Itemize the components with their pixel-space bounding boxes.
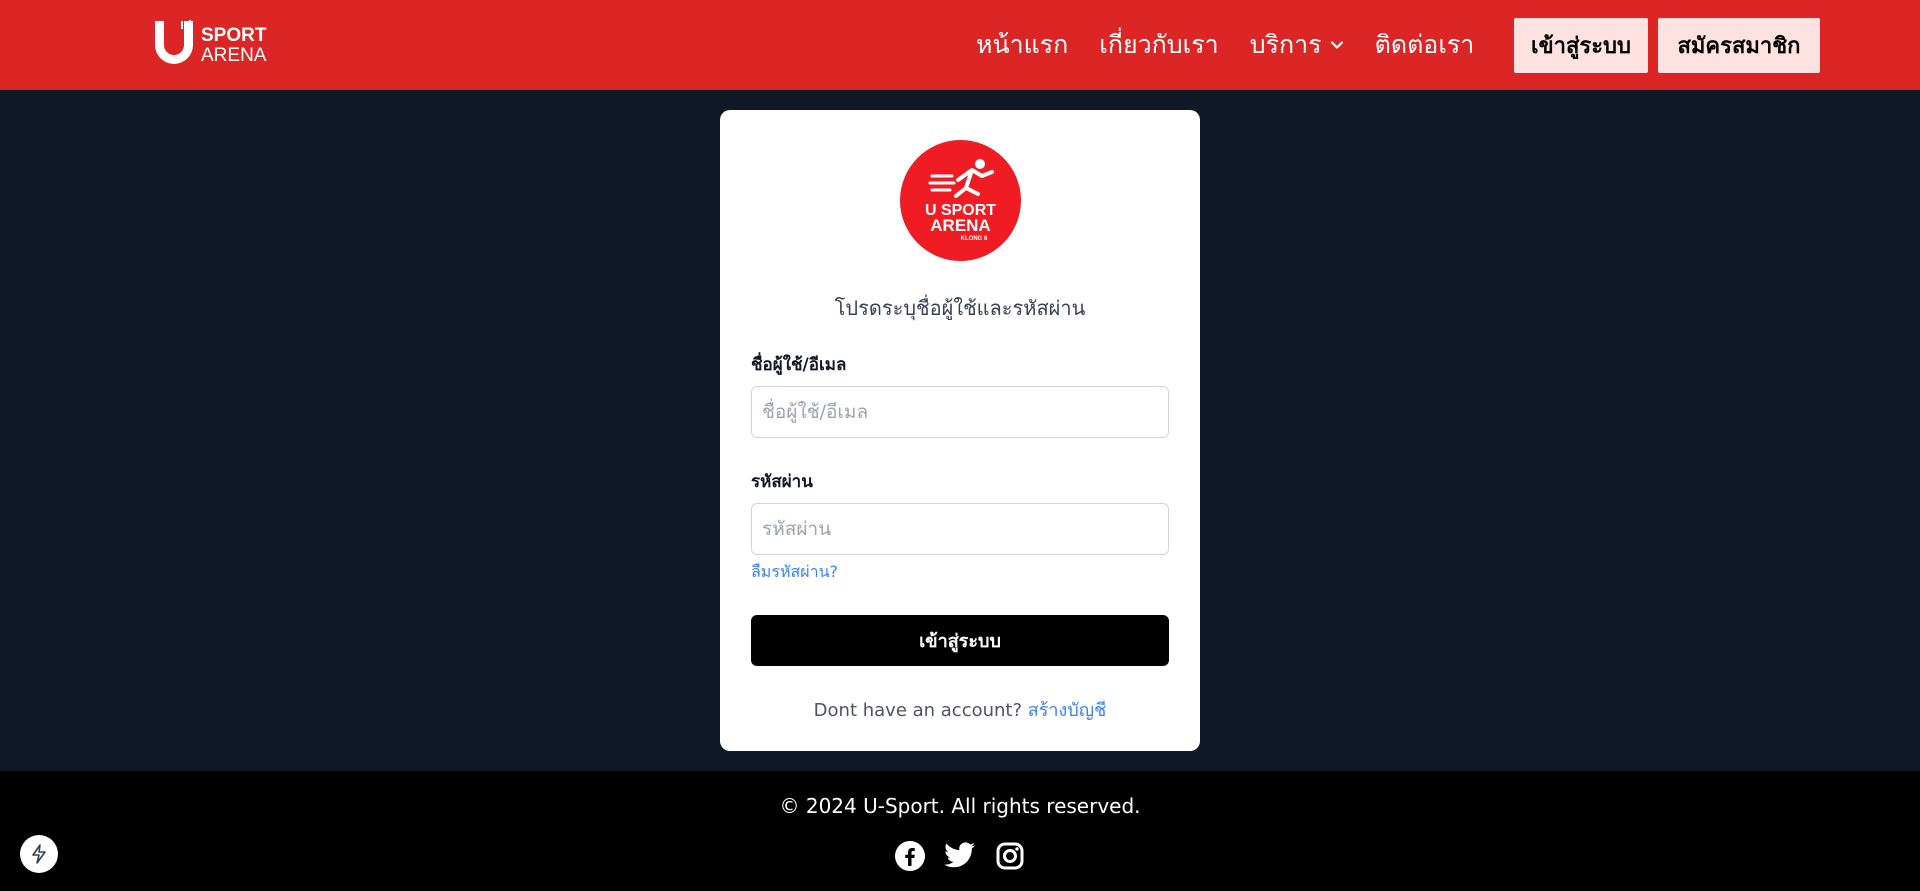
header-register-button[interactable]: สมัครสมาชิก [1658, 18, 1820, 73]
nav-home-label: หน้าแรก [976, 30, 1069, 59]
nav-services-label: บริการ [1249, 30, 1322, 59]
login-subtitle: โปรดระบุชื่อผู้ใช้และรหัสผ่าน [834, 296, 1086, 320]
copyright-text: © 2024 U-Sport. All rights reserved. [779, 794, 1141, 818]
instagram-icon[interactable] [994, 840, 1026, 872]
logo-text-line1: SPORT [201, 25, 267, 46]
chevron-down-icon [1330, 41, 1343, 49]
nav-services[interactable]: บริการ [1250, 25, 1344, 65]
create-account-link[interactable]: สร้างบัญชี [1028, 700, 1107, 721]
nav-about-label: เกี่ยวกับเรา [1099, 30, 1219, 59]
bolt-icon[interactable] [20, 835, 58, 873]
password-input[interactable] [751, 503, 1169, 555]
forgot-password-link[interactable]: ลืมรหัสผ่าน? [751, 560, 838, 585]
username-input[interactable] [751, 386, 1169, 438]
card-logo-line2: ARENA [930, 216, 990, 235]
card-logo: U SPORT ARENA KLONG 6 [900, 140, 1021, 261]
logo-text-line2: ARENA [201, 45, 267, 66]
social-links [894, 840, 1044, 872]
nav-home[interactable]: หน้าแรก [976, 25, 1068, 65]
header-login-button[interactable]: เข้าสู่ระบบ [1514, 18, 1648, 73]
card-logo-line3: KLONG 6 [961, 236, 988, 242]
nav-contact[interactable]: ติดต่อเรา [1375, 25, 1475, 65]
site-logo[interactable]: SPORT ARENA [153, 19, 273, 69]
username-label: ชื่อผู้ใช้/อีเมล [751, 355, 847, 375]
signup-line: Dont have an account? สร้างบัญชี [720, 695, 1200, 724]
footer: © 2024 U-Sport. All rights reserved. [0, 771, 1920, 891]
top-navbar: SPORT ARENA หน้าแรก เกี่ยวกับเรา บริการ … [0, 0, 1920, 90]
signup-prompt: Dont have an account? [813, 700, 1023, 721]
twitter-icon[interactable] [944, 840, 976, 872]
facebook-icon[interactable] [894, 840, 926, 872]
login-submit-button[interactable]: เข้าสู่ระบบ [751, 615, 1169, 666]
password-label: รหัสผ่าน [751, 472, 813, 492]
login-card: U SPORT ARENA KLONG 6 โปรดระบุชื่อผู้ใช้… [720, 110, 1200, 751]
main-nav: หน้าแรก เกี่ยวกับเรา บริการ ติดต่อเรา [976, 0, 1505, 90]
nav-contact-label: ติดต่อเรา [1374, 30, 1475, 59]
nav-about[interactable]: เกี่ยวกับเรา [1099, 25, 1218, 65]
